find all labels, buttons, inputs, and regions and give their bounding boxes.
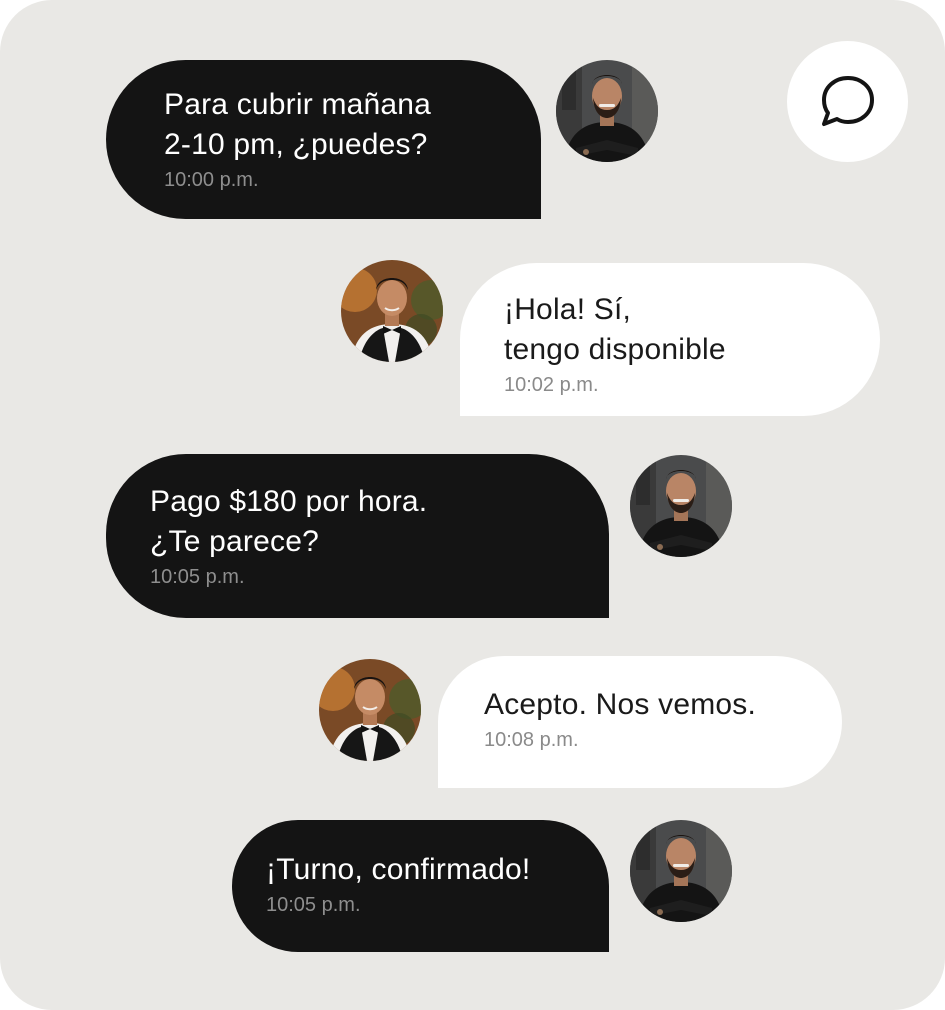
- speech-bubble-icon: [821, 75, 874, 126]
- message-bubble-manager: Pago $180 por hora. ¿Te parece? 10:05 p.…: [106, 454, 609, 618]
- chat-button[interactable]: [787, 41, 908, 162]
- manager-avatar: [630, 820, 732, 922]
- message-timestamp: 10:08 p.m.: [484, 729, 579, 751]
- message-timestamp: 10:05 p.m.: [150, 566, 245, 588]
- waiter-avatar: [319, 659, 421, 761]
- message-text: Pago $180 por hora. ¿Te parece?: [150, 485, 428, 558]
- manager-avatar: [630, 455, 732, 557]
- message-timestamp: 10:02 p.m.: [504, 374, 599, 396]
- message-bubble-waiter: Acepto. Nos vemos. 10:08 p.m.: [438, 656, 842, 788]
- message-text: ¡Hola! Sí, tengo disponible: [504, 293, 726, 366]
- message-timestamp: 10:00 p.m.: [164, 169, 259, 191]
- message-timestamp: 10:05 p.m.: [266, 894, 361, 916]
- message-bubble-manager: ¡Turno, confirmado! 10:05 p.m.: [232, 820, 609, 952]
- chat-card: Para cubrir mañana 2-10 pm, ¿puedes? 10:…: [0, 0, 945, 1010]
- message-text: ¡Turno, confirmado!: [266, 853, 531, 886]
- message-bubble-manager: Para cubrir mañana 2-10 pm, ¿puedes? 10:…: [106, 60, 541, 219]
- message-text: Acepto. Nos vemos.: [484, 688, 757, 721]
- waiter-avatar: [341, 260, 443, 362]
- manager-avatar: [556, 60, 658, 162]
- message-bubble-waiter: ¡Hola! Sí, tengo disponible 10:02 p.m.: [460, 263, 880, 416]
- message-text: Para cubrir mañana 2-10 pm, ¿puedes?: [164, 88, 432, 161]
